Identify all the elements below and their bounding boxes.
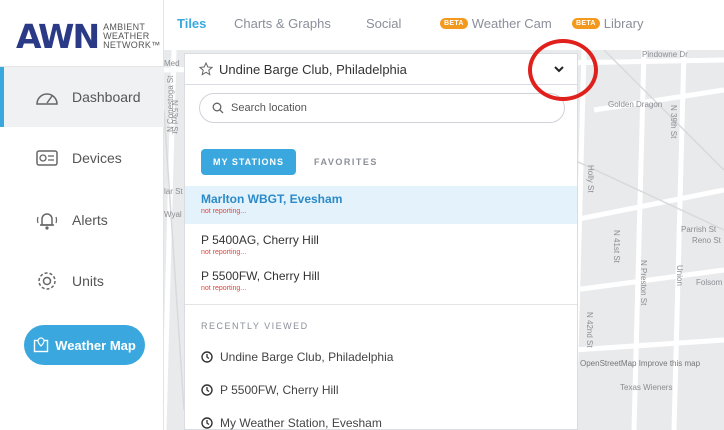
tab-label: Social [366,16,402,31]
tab-label: Weather Cam [471,16,552,31]
station-status: not reporting... [201,208,247,215]
recent-item-label: My Weather Station, Evesham [220,416,382,430]
recent-item-label: Undine Barge Club, Philadelphia [220,350,394,364]
search-input[interactable]: Search location [199,93,565,123]
map-label: lar St [164,187,183,196]
station-tabs: MY STATIONS FAVORITES [201,149,378,175]
recent-item[interactable]: Undine Barge Club, Philadelphia [201,350,393,364]
beta-badge: BETA [440,18,468,29]
recent-item[interactable]: My Weather Station, Evesham [201,416,382,430]
bell-icon [34,209,60,231]
map-label: N Preston St [639,260,648,306]
clock-icon [201,384,213,396]
station-name: P 5400AG, Cherry Hill [201,233,319,247]
location-selector[interactable]: Undine Barge Club, Philadelphia [184,53,578,85]
weather-map-label: Weather Map [55,337,136,353]
dashboard-gauge-icon [34,86,60,108]
tab-label: Charts & Graphs [234,16,331,31]
map-label: Folsom [696,278,723,287]
gear-icon [34,270,60,292]
logo-line-3: NETWORK™ [103,39,161,50]
logo-text: AMBIENT WEATHER NETWORK™ [103,22,161,50]
logo-mark: AWN [16,16,100,56]
selected-location: Undine Barge Club, Philadelphia [219,61,407,77]
annotation-circle [528,39,598,101]
tab-tiles[interactable]: Tiles [177,16,206,31]
tab-my-stations[interactable]: MY STATIONS [201,149,297,175]
tab-label: Library [603,16,644,31]
map-label: Med [164,59,180,68]
location-dropdown: Search location MY STATIONS FAVORITES Ma… [184,85,578,430]
sidebar-item-units[interactable]: Units [0,251,164,311]
map-pin-icon [33,337,49,353]
map-label: N 53rd St [170,100,179,134]
map-label: Reno St [692,236,721,245]
station-item[interactable]: P 5500FW, Cherry Hill not reporting... [185,263,577,301]
sidebar: AWN AMBIENT WEATHER NETWORK™ Dashboard D… [0,0,164,430]
recently-viewed-heading: RECENTLY VIEWED [201,321,309,331]
sidebar-item-alerts[interactable]: Alerts [0,190,164,250]
station-status: not reporting... [201,249,247,256]
tab-charts-graphs[interactable]: Charts & Graphs [234,16,331,31]
star-icon[interactable] [199,62,213,76]
awn-logo[interactable]: AWN AMBIENT WEATHER NETWORK™ [16,16,160,56]
map-label: Texas Wieners [620,383,673,392]
station-name: Marlton WBGT, Evesham [201,192,343,206]
top-nav: Tiles Charts & Graphs Social BETA Weathe… [164,0,724,50]
clock-icon [201,351,213,363]
tab-label: Tiles [177,16,207,31]
map-label: N 41st St [612,230,621,263]
recent-item-label: P 5500FW, Cherry Hill [220,383,339,397]
station-item[interactable]: Marlton WBGT, Evesham not reporting... [185,186,577,224]
search-placeholder: Search location [231,102,307,114]
clock-icon [201,417,213,429]
map-label: Golden Dragon [608,100,663,109]
tab-library[interactable]: BETA Library [572,16,644,31]
tab-favorites[interactable]: FAVORITES [314,157,378,167]
search-icon [212,102,224,114]
map-label: Parrish St [681,225,717,234]
sidebar-item-label: Devices [72,150,122,166]
sidebar-item-dashboard[interactable]: Dashboard [0,67,164,127]
sidebar-item-label: Dashboard [72,89,141,105]
sidebar-item-label: Units [72,273,104,289]
map-label: Holly St [586,165,595,193]
station-name: P 5500FW, Cherry Hill [201,269,320,283]
map-label: N 39th St [669,105,678,139]
beta-badge: BETA [572,18,600,29]
map-label: Wyal [164,210,182,219]
recent-item[interactable]: P 5500FW, Cherry Hill [201,383,338,397]
device-icon [34,147,60,169]
sidebar-item-label: Alerts [72,212,108,228]
station-status: not reporting... [201,285,247,292]
map-label: Pindowne Dr [642,50,688,59]
recently-viewed-divider [185,304,577,305]
map-label: N 42nd St [585,312,594,348]
weather-map-button[interactable]: Weather Map [24,325,145,365]
station-item[interactable]: P 5400AG, Cherry Hill not reporting... [185,227,577,265]
sidebar-item-devices[interactable]: Devices [0,128,164,188]
tab-weather-cam[interactable]: BETA Weather Cam [440,16,552,31]
map-attribution[interactable]: OpenStreetMap Improve this map [580,359,700,368]
tab-social[interactable]: Social [366,16,401,31]
map-label: Union [675,265,684,286]
